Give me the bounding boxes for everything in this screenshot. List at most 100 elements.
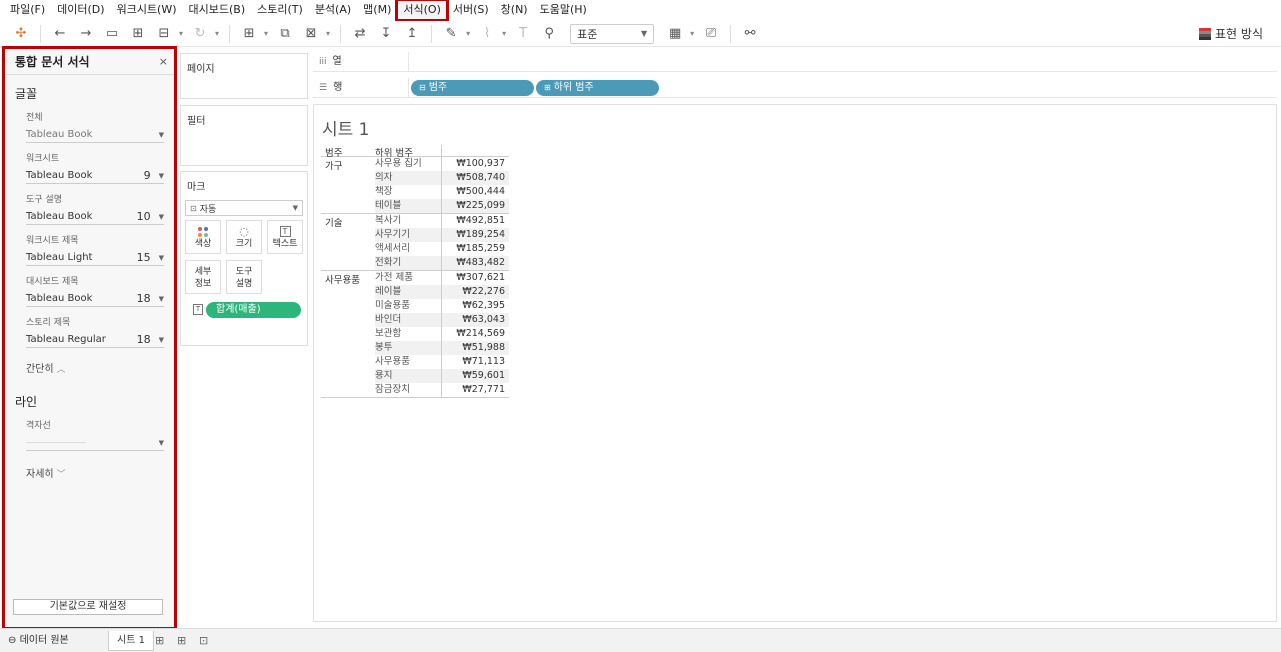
menu-help[interactable]: 도움말(H) [534, 0, 593, 20]
text-icon: T [268, 221, 302, 238]
new-dashboard-icon[interactable]: ⊞ [177, 634, 186, 647]
category-pill[interactable]: ⊟ 범주 [411, 79, 534, 96]
table-row[interactable]: 사무기기 ₩189,254 [375, 228, 509, 242]
table-row[interactable]: 책장 ₩500,444 [375, 185, 509, 199]
menu-data[interactable]: 데이터(D) [51, 0, 110, 20]
measure-pill[interactable]: 합계(매출) [206, 302, 301, 318]
menu-dashboard[interactable]: 대시보드(B) [183, 0, 252, 20]
pause-updates-icon[interactable]: ⊟ [153, 23, 175, 45]
table-row[interactable]: 사무용품 ₩71,113 [375, 355, 509, 369]
worksheet-view[interactable]: 시트 1 범주 하위 범주 가구 사무용 집기 ₩100,937 의자 ₩508,7… [313, 104, 1277, 622]
save-icon[interactable]: ▭ [101, 23, 123, 45]
table-row[interactable]: 레이블 ₩22,276 [375, 285, 509, 299]
table-row[interactable]: 전화기 ₩483,482 [375, 256, 509, 270]
highlight-icon[interactable]: ✎ [440, 23, 462, 45]
new-datasource-icon[interactable]: ⊞ [127, 23, 149, 45]
chevron-down-icon[interactable]: ▾ [326, 29, 330, 38]
table-row[interactable]: 보관함 ₩214,569 [375, 327, 509, 341]
details-toggle[interactable]: 자세히 ﹀ [5, 451, 174, 480]
mark-type-select[interactable]: ⊡ 자동 ▼ [185, 200, 303, 216]
table-row[interactable]: 복사기 ₩492,851 [375, 214, 509, 228]
chevron-down-icon[interactable]: ▾ [179, 29, 183, 38]
new-story-icon[interactable]: ⊡ [199, 634, 208, 647]
show-labels-icon[interactable]: T [512, 23, 534, 45]
menu-story[interactable]: 스토리(T) [251, 0, 309, 20]
pin-axes-icon[interactable]: ⚲ [538, 23, 560, 45]
menu-server[interactable]: 서버(S) [447, 0, 495, 20]
sheet-tab[interactable]: 시트 1 [108, 630, 154, 651]
table-row[interactable]: 가전 제품 ₩307,621 [375, 271, 509, 285]
menu-worksheet[interactable]: 워크시트(W) [111, 0, 183, 20]
tableau-logo-icon[interactable]: ✣ [10, 23, 32, 45]
presentation-mode-icon[interactable]: ⎚ [700, 23, 722, 45]
show-cards-icon[interactable]: ▦ [664, 23, 686, 45]
category-cell[interactable]: 기술 [321, 214, 375, 270]
duplicate-sheet-icon[interactable]: ⧉ [274, 23, 296, 45]
menu-file[interactable]: 파일(F) [4, 0, 51, 20]
menu-window[interactable]: 창(N) [495, 0, 534, 20]
table-row[interactable]: 용지 ₩59,601 [375, 369, 509, 383]
fit-select[interactable]: 표준 ▼ [570, 23, 655, 44]
new-worksheet-icon[interactable]: ⊞ [238, 23, 260, 45]
value-cell: ₩62,395 [441, 299, 509, 313]
font-select[interactable]: Tableau Book 10 ▼ [26, 209, 164, 225]
table-row[interactable]: 액세서리 ₩185,259 [375, 242, 509, 256]
show-me-button[interactable]: 표현 방식 [1199, 25, 1263, 42]
refresh-icon[interactable]: ↻ [189, 23, 211, 45]
menu-map[interactable]: 맵(M) [357, 0, 397, 20]
clear-sheet-icon[interactable]: ⊠ [300, 23, 322, 45]
table-row[interactable]: 봉투 ₩51,988 [375, 341, 509, 355]
chevron-down-icon[interactable]: ▾ [466, 29, 470, 38]
undo-icon[interactable]: ← [49, 23, 71, 45]
color-mark-button[interactable]: 색상 [185, 220, 221, 254]
sort-ascending-icon[interactable]: ↧ [375, 23, 397, 45]
font-select[interactable]: Tableau Book 9 ▼ [26, 168, 164, 184]
table-row[interactable]: 테이블 ₩225,099 [375, 199, 509, 213]
font-select[interactable]: Tableau Regular 18 ▼ [26, 332, 164, 348]
table-row[interactable]: 의자 ₩508,740 [375, 171, 509, 185]
font-select[interactable]: Tableau Book 18 ▼ [26, 291, 164, 307]
tooltip-mark-button[interactable]: 도구 설명 [226, 260, 262, 294]
chevron-down-icon[interactable]: ▾ [264, 29, 268, 38]
category-header[interactable]: 범주 [321, 145, 375, 159]
filters-card[interactable]: 필터 [180, 105, 308, 166]
columns-shelf-label: iii 열 [313, 51, 409, 72]
chevron-down-icon: ▼ [158, 171, 164, 180]
menu-bar: 파일(F) 데이터(D) 워크시트(W) 대시보드(B) 스토리(T) 분석(A… [0, 0, 1281, 22]
menu-format[interactable]: 서식(O) [395, 0, 449, 22]
share-icon[interactable]: ⚯ [739, 23, 761, 45]
subcategory-pill[interactable]: ⊞ 하위 범주 [536, 79, 659, 96]
pages-card-title: 페이지 [187, 64, 215, 75]
value-header [441, 145, 509, 156]
swap-rows-columns-icon[interactable]: ⇄ [349, 23, 371, 45]
chevron-down-icon[interactable]: ▾ [215, 29, 219, 38]
category-cell[interactable]: 사무용품 [321, 271, 375, 397]
table-row[interactable]: 미술용품 ₩62,395 [375, 299, 509, 313]
sheet-title[interactable]: 시트 1 [322, 115, 370, 140]
font-select[interactable]: Tableau Light 15 ▼ [26, 250, 164, 266]
table-row[interactable]: 잠금장치 ₩27,771 [375, 383, 509, 397]
table-row[interactable]: 사무용 집기 ₩100,937 [375, 157, 509, 171]
detail-mark-button[interactable]: 세부 정보 [185, 260, 221, 294]
chevron-down-icon[interactable]: ▾ [690, 29, 694, 38]
rows-shelf[interactable]: ☰ 행 ⊟ 범주 ⊞ 하위 범주 [313, 77, 1277, 98]
menu-analysis[interactable]: 분석(A) [309, 0, 357, 20]
reset-defaults-button[interactable]: 기본값으로 재설정 [13, 599, 163, 615]
new-worksheet-icon[interactable]: ⊞ [155, 634, 164, 647]
pages-card[interactable]: 페이지 [180, 53, 308, 99]
group-icon[interactable]: ⌇ [476, 23, 498, 45]
gridline-select[interactable]: ▼ [26, 435, 164, 451]
chevron-down-icon[interactable]: ▾ [502, 29, 506, 38]
text-mark-button[interactable]: T 텍스트 [267, 220, 303, 254]
columns-shelf[interactable]: iii 열 [313, 51, 1277, 72]
size-mark-button[interactable]: ◌ 크기 [226, 220, 262, 254]
table-row[interactable]: 바인더 ₩63,043 [375, 313, 509, 327]
sort-descending-icon[interactable]: ↥ [401, 23, 423, 45]
redo-icon[interactable]: → [75, 23, 97, 45]
font-select[interactable]: Tableau Book ▼ [26, 127, 164, 143]
data-source-tab[interactable]: ⊖ 데이터 원본 [0, 631, 77, 651]
category-cell[interactable]: 가구 [321, 157, 375, 213]
subcategory-header[interactable]: 하위 범주 [375, 145, 441, 159]
close-icon[interactable]: × [159, 55, 168, 68]
collapse-toggle[interactable]: 간단히 ︿ [5, 348, 174, 375]
